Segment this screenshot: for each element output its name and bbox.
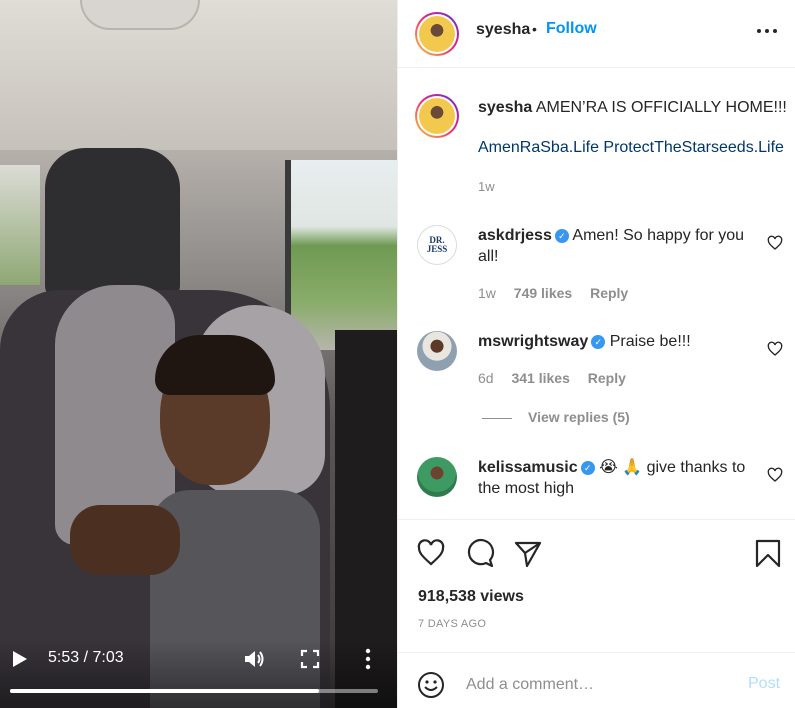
save-bookmark-icon[interactable]: [753, 538, 783, 568]
post-header: syesha • Follow: [398, 0, 795, 68]
comment-icon[interactable]: [465, 538, 495, 568]
post-panel: syesha • Follow syesha AMEN’RA IS OFFICI…: [397, 0, 795, 708]
comment-username[interactable]: mswrightsway: [478, 333, 588, 350]
fullscreen-icon[interactable]: [300, 649, 320, 669]
heart-icon[interactable]: [767, 235, 783, 251]
video-frame-window: [285, 160, 397, 350]
comment-likes[interactable]: 341 likes: [511, 370, 569, 386]
video-frame-left-window: [0, 165, 40, 285]
divider-line: [482, 417, 512, 419]
heart-icon[interactable]: [767, 341, 783, 357]
caption-time: 1w: [478, 179, 495, 194]
play-icon[interactable]: [12, 650, 28, 668]
post-actions: 918,538 views 7 DAYS AGO: [398, 519, 795, 652]
caption-username[interactable]: syesha: [478, 99, 532, 116]
view-replies-label: View replies (5): [528, 409, 630, 425]
caption: syesha AMEN’RA IS OFFICIALLY HOME!!!: [478, 97, 788, 119]
more-horizontal-icon[interactable]: [756, 24, 778, 38]
comment-input[interactable]: [466, 671, 726, 699]
comment-time: 1w: [478, 285, 496, 301]
caption-text: AMEN’RA IS OFFICIALLY HOME!!!: [535, 99, 787, 116]
video-frame-dome-light: [80, 0, 200, 30]
avatar-logo-text: DR. JESS: [426, 235, 448, 254]
avatar[interactable]: [415, 12, 459, 56]
comment-avatar[interactable]: [417, 457, 457, 497]
emoji-icon[interactable]: [416, 670, 446, 700]
comments-list: syesha AMEN’RA IS OFFICIALLY HOME!!! Ame…: [398, 69, 795, 519]
comment-username[interactable]: kelissamusic: [478, 459, 578, 476]
post-date[interactable]: 7 DAYS AGO: [418, 618, 486, 630]
add-comment-bar: Post: [398, 652, 795, 708]
comment-body: mswrightsway ✓ Praise be!!!: [478, 331, 758, 352]
comment-likes[interactable]: 749 likes: [514, 285, 572, 301]
video-time: 5:53 / 7:03: [48, 649, 124, 666]
view-replies-button[interactable]: View replies (5): [482, 409, 630, 425]
video-frame-child-hair: [155, 335, 275, 395]
video-controls: 5:53 / 7:03: [0, 640, 397, 708]
comment-body: askdrjess ✓ Amen! So happy for you all!: [478, 225, 758, 267]
comment-text: Praise be!!!: [609, 333, 691, 350]
separator-dot: •: [532, 21, 537, 37]
view-count[interactable]: 918,538 views: [418, 588, 524, 606]
heart-icon[interactable]: [767, 467, 783, 483]
comment-time: 6d: [478, 370, 494, 386]
video-frame-ceiling: [0, 0, 397, 150]
video-frame-headrest: [45, 148, 180, 298]
verified-badge-icon: ✓: [580, 461, 595, 475]
verified-badge-icon: ✓: [554, 229, 569, 243]
video-progress-bar[interactable]: [10, 689, 378, 693]
more-vertical-icon[interactable]: [362, 648, 374, 670]
comment-username[interactable]: askdrjess: [478, 227, 552, 244]
video-progress-fill: [10, 689, 320, 693]
caption-avatar[interactable]: [415, 94, 459, 138]
video-player[interactable]: 5:53 / 7:03: [0, 0, 397, 708]
post-username[interactable]: syesha: [476, 21, 530, 39]
comment-avatar[interactable]: [417, 331, 457, 371]
video-frame-hand: [70, 505, 180, 575]
comment-meta: 6d 341 likes Reply: [478, 370, 640, 386]
volume-icon[interactable]: [243, 648, 265, 670]
reply-button[interactable]: Reply: [588, 370, 626, 386]
caption-links[interactable]: AmenRaSba.Life ProtectTheStarseeds.Life: [478, 139, 784, 157]
share-icon[interactable]: [513, 538, 543, 568]
verified-badge-icon: ✓: [591, 335, 606, 349]
comment-body: kelissamusic ✓ 😭 🙏 give thanks to the mos…: [478, 457, 758, 499]
follow-button[interactable]: Follow: [546, 20, 597, 38]
reply-button[interactable]: Reply: [590, 285, 628, 301]
post-button[interactable]: Post: [748, 675, 780, 693]
comment-avatar[interactable]: DR. JESS: [417, 225, 457, 265]
like-heart-icon[interactable]: [416, 538, 446, 568]
comment-meta: 1w 749 likes Reply: [478, 285, 642, 301]
